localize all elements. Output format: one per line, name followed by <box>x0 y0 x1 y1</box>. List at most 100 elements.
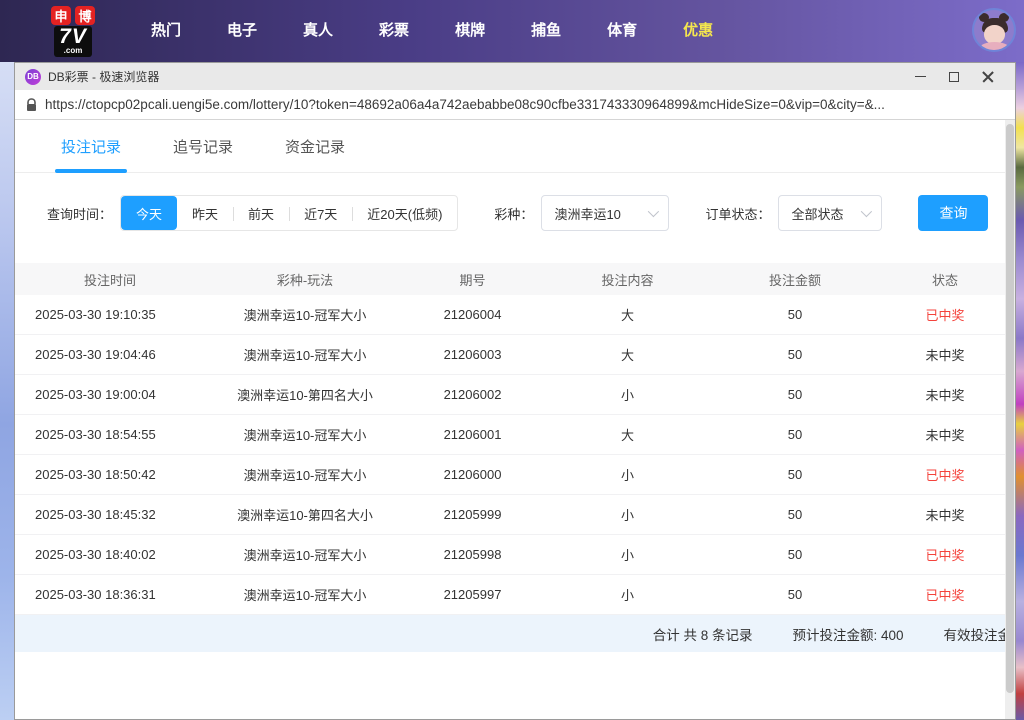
site-logo[interactable]: 申 博 7V .com <box>40 6 106 57</box>
table-row: 2025-03-30 18:54:55澳洲幸运10-冠军大小21206001大5… <box>15 415 1015 455</box>
cell-bet-time: 2025-03-30 19:10:35 <box>15 307 205 322</box>
scrollbar[interactable] <box>1005 120 1015 719</box>
cell-bet-amount: 50 <box>715 427 875 442</box>
window-controls <box>903 64 1005 90</box>
avatar-body <box>980 42 1009 52</box>
url-text: https://ctopcp02pcali.uengi5e.com/lotter… <box>45 97 885 112</box>
browser-titlebar: DB DB彩票 - 极速浏览器 <box>15 63 1015 90</box>
chevron-down-icon <box>861 206 872 217</box>
cell-issue: 21205999 <box>405 507 540 522</box>
nav-item-slots[interactable]: 电子 <box>204 0 280 62</box>
cell-status: 未中奖 <box>875 345 1015 364</box>
table-row: 2025-03-30 18:40:02澳洲幸运10-冠军大小21205998小5… <box>15 535 1015 575</box>
chevron-down-icon <box>648 206 659 217</box>
status-select-value: 全部状态 <box>791 204 843 223</box>
cell-status: 未中奖 <box>875 385 1015 404</box>
cell-issue: 21206000 <box>405 467 540 482</box>
table-body: 2025-03-30 19:10:35澳洲幸运10-冠军大小21206004大5… <box>15 295 1015 615</box>
screen: 申 博 7V .com 热门 电子 真人 彩票 棋牌 捕鱼 体育 优惠 <box>0 0 1024 720</box>
cell-play-type: 澳洲幸运10-第四名大小 <box>205 385 405 404</box>
tab-fund-records[interactable]: 资金记录 <box>285 136 345 172</box>
cell-bet-time: 2025-03-30 18:40:02 <box>15 547 205 562</box>
header-bet-amount: 投注金额 <box>715 270 875 289</box>
cell-bet-time: 2025-03-30 18:50:42 <box>15 467 205 482</box>
order-status-select[interactable]: 全部状态 <box>778 195 882 231</box>
maximize-icon <box>949 72 959 82</box>
cell-bet-content: 小 <box>540 545 715 564</box>
cell-bet-time: 2025-03-30 19:00:04 <box>15 387 205 402</box>
minimize-icon <box>915 76 926 77</box>
cell-play-type: 澳洲幸运10-冠军大小 <box>205 305 405 324</box>
nav-item-promo[interactable]: 优惠 <box>660 0 736 62</box>
tab-chase-records[interactable]: 追号记录 <box>173 136 233 172</box>
scrollbar-thumb[interactable] <box>1006 124 1014 693</box>
cell-status: 已中奖 <box>875 465 1015 484</box>
nav-item-board[interactable]: 棋牌 <box>432 0 508 62</box>
cell-bet-amount: 50 <box>715 307 875 322</box>
cell-bet-amount: 50 <box>715 507 875 522</box>
cell-issue: 21206001 <box>405 427 540 442</box>
cell-play-type: 澳洲幸运10-冠军大小 <box>205 465 405 484</box>
table-header-row: 投注时间 彩种-玩法 期号 投注内容 投注金额 状态 <box>15 263 1015 295</box>
tab-bet-records[interactable]: 投注记录 <box>61 136 121 172</box>
cell-bet-content: 大 <box>540 425 715 444</box>
logo-wordmark: 7V .com <box>54 26 92 57</box>
desktop-wallpaper-right <box>1016 62 1024 720</box>
header-issue: 期号 <box>405 270 540 289</box>
cell-bet-time: 2025-03-30 19:04:46 <box>15 347 205 362</box>
search-button[interactable]: 查询 <box>918 195 988 231</box>
cell-bet-content: 小 <box>540 585 715 604</box>
header-play-type: 彩种-玩法 <box>205 270 405 289</box>
minimize-button[interactable] <box>903 64 937 90</box>
nav-item-hot[interactable]: 热门 <box>128 0 204 62</box>
nav-item-live[interactable]: 真人 <box>280 0 356 62</box>
time-option-yesterday[interactable]: 昨天 <box>177 196 233 230</box>
record-tabs: 投注记录 追号记录 资金记录 <box>15 120 1015 173</box>
table-row: 2025-03-30 19:10:35澳洲幸运10-冠军大小21206004大5… <box>15 295 1015 335</box>
footer-total-records: 合计 共 8 条记录 <box>653 624 753 644</box>
lottery-select[interactable]: 澳洲幸运10 <box>541 195 669 231</box>
time-option-today[interactable]: 今天 <box>121 196 177 230</box>
cell-bet-content: 小 <box>540 505 715 524</box>
cell-bet-content: 大 <box>540 345 715 364</box>
browser-favicon-icon: DB <box>25 69 41 85</box>
nav-item-fishing[interactable]: 捕鱼 <box>508 0 584 62</box>
logo-badges: 申 博 <box>51 6 95 25</box>
page-content: 投注记录 追号记录 资金记录 查询时间： 今天 昨天 前天 近7天 近20天(低… <box>15 120 1015 719</box>
cell-issue: 21205997 <box>405 587 540 602</box>
bet-records-table: 投注时间 彩种-玩法 期号 投注内容 投注金额 状态 2025-03-30 19… <box>15 263 1015 652</box>
logo-badge-right: 博 <box>75 6 95 25</box>
time-option-2days-ago[interactable]: 前天 <box>233 196 289 230</box>
maximize-button[interactable] <box>937 64 971 90</box>
browser-window: DB DB彩票 - 极速浏览器 https://ctopcp02pcali.ue… <box>14 62 1016 720</box>
address-bar[interactable]: https://ctopcp02pcali.uengi5e.com/lotter… <box>15 90 1015 120</box>
cell-play-type: 澳洲幸运10-冠军大小 <box>205 345 405 364</box>
time-option-7days[interactable]: 近7天 <box>289 196 352 230</box>
table-row: 2025-03-30 19:00:04澳洲幸运10-第四名大小21206002小… <box>15 375 1015 415</box>
window-title: DB彩票 - 极速浏览器 <box>48 68 159 85</box>
nav-item-lottery[interactable]: 彩票 <box>356 0 432 62</box>
table-row: 2025-03-30 18:36:31澳洲幸运10-冠军大小21205997小5… <box>15 575 1015 615</box>
header-bet-content: 投注内容 <box>540 270 715 289</box>
user-avatar[interactable] <box>972 8 1016 52</box>
filter-bar: 查询时间： 今天 昨天 前天 近7天 近20天(低频) 彩种： 澳洲幸运10 订… <box>47 195 1015 231</box>
cell-status: 已中奖 <box>875 305 1015 324</box>
nav-menu: 热门 电子 真人 彩票 棋牌 捕鱼 体育 优惠 <box>128 0 736 62</box>
cell-bet-content: 小 <box>540 385 715 404</box>
cell-bet-time: 2025-03-30 18:36:31 <box>15 587 205 602</box>
close-button[interactable] <box>971 64 1005 90</box>
cell-play-type: 澳洲幸运10-冠军大小 <box>205 585 405 604</box>
nav-item-sports[interactable]: 体育 <box>584 0 660 62</box>
footer-valid-amount: 有效投注金 <box>944 624 1012 644</box>
cell-status: 已中奖 <box>875 585 1015 604</box>
cell-bet-amount: 50 <box>715 587 875 602</box>
lock-icon[interactable] <box>26 98 37 112</box>
cell-bet-amount: 50 <box>715 467 875 482</box>
time-option-20days[interactable]: 近20天(低频) <box>352 196 457 230</box>
logo-sub-text: .com <box>64 47 83 55</box>
cell-bet-time: 2025-03-30 18:45:32 <box>15 507 205 522</box>
cell-bet-content: 小 <box>540 465 715 484</box>
site-navbar: 申 博 7V .com 热门 电子 真人 彩票 棋牌 捕鱼 体育 优惠 <box>0 0 1024 62</box>
header-bet-time: 投注时间 <box>15 270 205 289</box>
footer-expected-amount: 预计投注金额: 400 <box>792 624 903 644</box>
